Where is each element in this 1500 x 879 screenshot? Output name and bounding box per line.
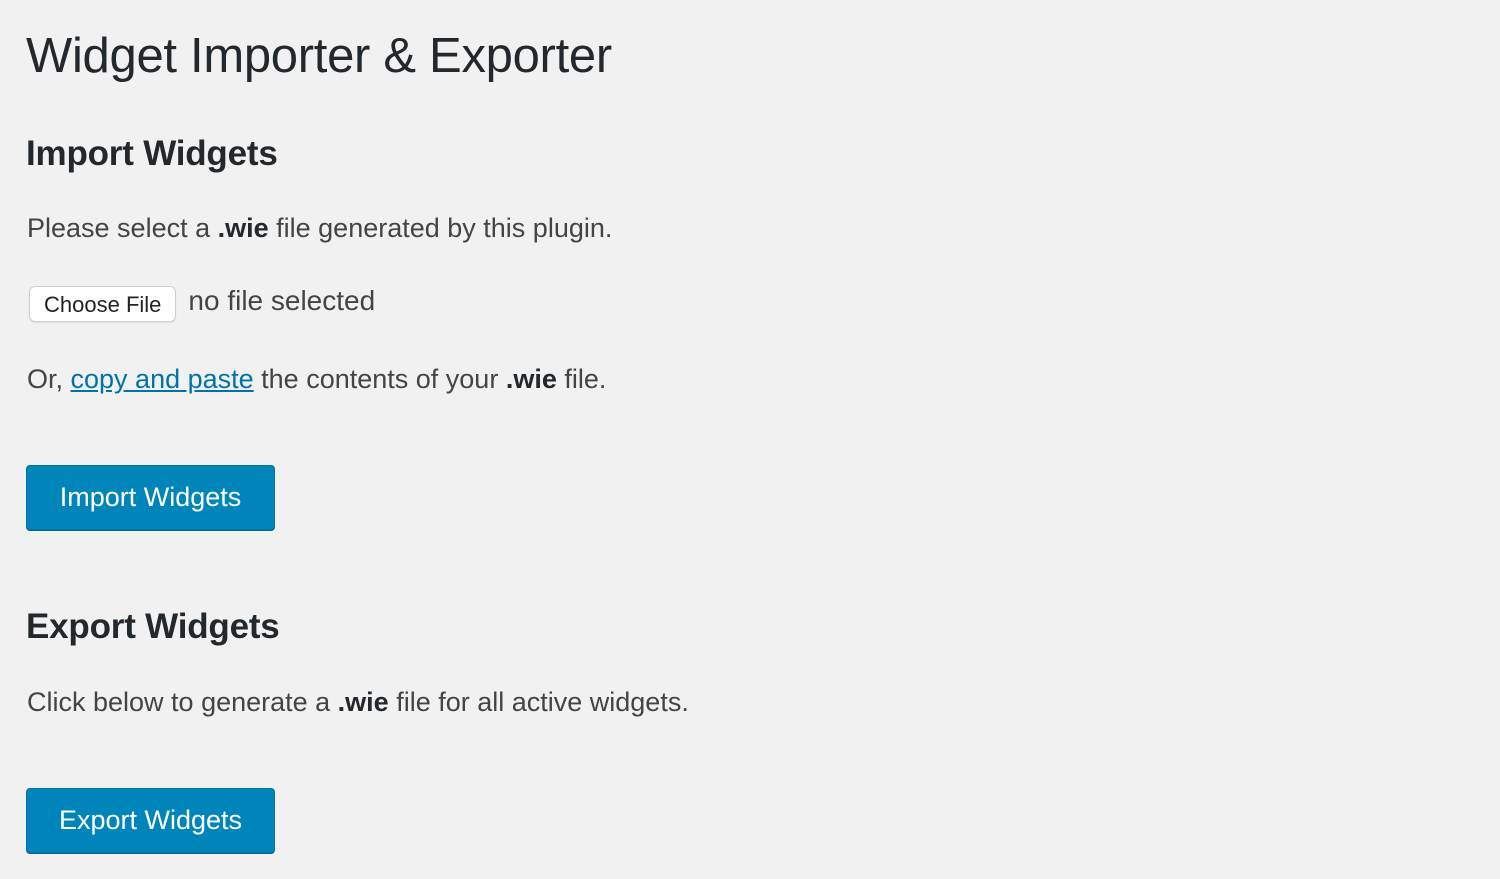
import-description-prefix: Please select a [27, 213, 218, 243]
copy-and-paste-link[interactable]: copy and paste [71, 364, 254, 394]
paste-instructions: Or, copy and paste the contents of your … [27, 364, 606, 395]
choose-file-button[interactable]: Choose File [29, 286, 177, 322]
file-status: no file selected [188, 285, 376, 316]
export-description-prefix: Click below to generate a [27, 687, 338, 717]
import-heading: Import Widgets [26, 134, 278, 173]
import-description: Please select a .wie file generated by t… [27, 213, 612, 244]
paste-ext: .wie [505, 364, 557, 394]
export-description: Click below to generate a .wie file for … [27, 687, 689, 718]
export-widgets-button[interactable]: Export Widgets [26, 788, 275, 853]
paste-middle: the contents of your [253, 364, 506, 394]
import-description-ext: .wie [217, 213, 269, 243]
export-description-suffix: file for all active widgets. [388, 687, 689, 717]
file-input[interactable]: Choose File no file selected [29, 285, 376, 322]
export-description-ext: .wie [337, 687, 389, 717]
paste-prefix: Or, [27, 364, 71, 394]
export-heading: Export Widgets [26, 607, 280, 646]
page-title: Widget Importer & Exporter [26, 29, 612, 83]
import-widgets-button[interactable]: Import Widgets [26, 465, 275, 530]
import-description-suffix: file generated by this plugin. [268, 213, 613, 243]
paste-suffix: file. [556, 364, 607, 394]
